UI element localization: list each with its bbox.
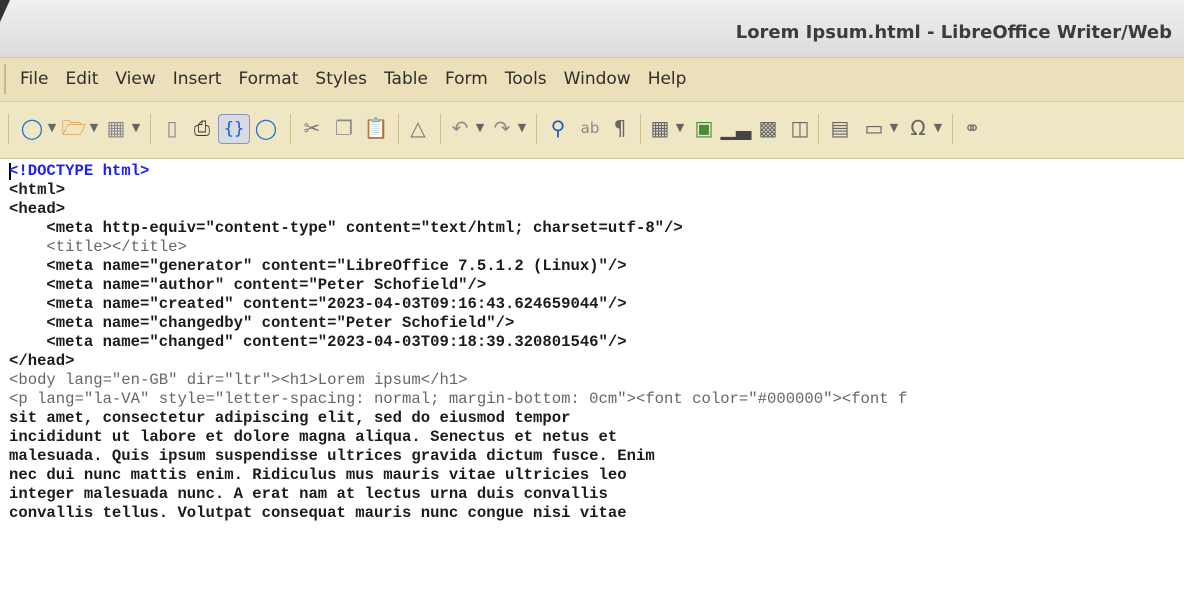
- html-source-icon[interactable]: {}: [218, 114, 250, 144]
- standard-toolbar: ◯ ▼ 🗁 ▼ ▦ ▼ ▯ ⎙ {} ◯ ✂ ❐ 📋 △ ↶ ▼ ↷ ▼ ⚲ a…: [0, 102, 1184, 159]
- menu-window[interactable]: Window: [564, 69, 631, 89]
- chart-icon[interactable]: ▁▃: [721, 114, 752, 142]
- menu-list: File Edit View Insert Format Styles Tabl…: [20, 69, 703, 89]
- spelling-icon[interactable]: ab: [576, 114, 604, 142]
- menu-styles[interactable]: Styles: [315, 69, 367, 89]
- source-line: <head>: [9, 200, 66, 218]
- source-line: nec dui nunc mattis enim. Ridiculus mus …: [9, 466, 627, 484]
- toolbar-separator: [640, 114, 641, 144]
- menu-help[interactable]: Help: [648, 69, 687, 89]
- chevron-down-icon[interactable]: ▼: [46, 114, 58, 142]
- web-view-icon[interactable]: ◯: [252, 114, 280, 142]
- table-icon[interactable]: ▦: [646, 114, 674, 142]
- menu-insert[interactable]: Insert: [173, 69, 222, 89]
- undo-icon[interactable]: ↶: [446, 114, 474, 142]
- image-icon[interactable]: ▣: [690, 114, 718, 142]
- copy-icon[interactable]: ❐: [330, 114, 358, 142]
- menu-bar: File Edit View Insert Format Styles Tabl…: [0, 58, 1184, 102]
- source-line: malesuada. Quis ipsum suspendisse ultric…: [9, 447, 655, 465]
- globe-icon[interactable]: ◯: [18, 114, 46, 142]
- chevron-down-icon[interactable]: ▼: [516, 114, 528, 142]
- chevron-down-icon[interactable]: ▼: [88, 114, 100, 142]
- field-icon[interactable]: ◫: [786, 114, 814, 142]
- source-line: <meta name="created" content="2023-04-03…: [9, 295, 627, 313]
- chevron-down-icon[interactable]: ▼: [932, 114, 944, 142]
- source-line: <meta name="generator" content="LibreOff…: [9, 257, 627, 275]
- special-character-icon[interactable]: ▭: [860, 114, 888, 142]
- source-line: <title></title>: [9, 238, 187, 256]
- window-corner: [0, 0, 10, 22]
- html-source-editor[interactable]: <!DOCTYPE html> <html> <head> <meta http…: [0, 159, 1184, 593]
- menubar-grip: [4, 64, 6, 94]
- find-replace-icon[interactable]: ⚲: [544, 114, 572, 142]
- clone-format-icon[interactable]: △: [404, 114, 432, 142]
- menu-format[interactable]: Format: [238, 69, 298, 89]
- toolbar-grip: [8, 114, 9, 144]
- source-line: <meta name="changed" content="2023-04-03…: [9, 333, 627, 351]
- source-line: </head>: [9, 352, 75, 370]
- toolbar-separator: [952, 114, 953, 144]
- redo-icon[interactable]: ↷: [488, 114, 516, 142]
- paste-icon[interactable]: 📋: [362, 114, 390, 142]
- source-line: <meta name="changedby" content="Peter Sc…: [9, 314, 515, 332]
- source-line: incididunt ut labore et dolore magna ali…: [9, 428, 618, 446]
- folder-open-icon[interactable]: 🗁: [60, 114, 88, 142]
- toolbar-separator: [290, 114, 291, 144]
- menu-view[interactable]: View: [115, 69, 155, 89]
- source-line: <meta name="author" content="Peter Schof…: [9, 276, 487, 294]
- title-bar: Lorem Ipsum.html - LibreOffice Writer/We…: [0, 0, 1184, 58]
- toolbar-separator: [818, 114, 819, 144]
- chevron-down-icon[interactable]: ▼: [130, 114, 142, 142]
- toolbar-separator: [150, 114, 151, 144]
- menu-table[interactable]: Table: [384, 69, 428, 89]
- chevron-down-icon[interactable]: ▼: [474, 114, 486, 142]
- source-line: integer malesuada nunc. A erat nam at le…: [9, 485, 608, 503]
- omega-icon[interactable]: Ω: [904, 114, 932, 142]
- textbox-icon[interactable]: ▩: [754, 114, 782, 142]
- export-pdf-icon[interactable]: ▯: [158, 114, 186, 142]
- toolbar-separator: [536, 114, 537, 144]
- menu-edit[interactable]: Edit: [65, 69, 98, 89]
- page-break-icon[interactable]: ▤: [826, 114, 854, 142]
- source-line: convallis tellus. Volutpat consequat mau…: [9, 504, 627, 522]
- window-title: Lorem Ipsum.html - LibreOffice Writer/We…: [735, 22, 1172, 43]
- source-line: <body lang="en-GB" dir="ltr"><h1>Lorem i…: [9, 371, 468, 389]
- source-line: sit amet, consectetur adipiscing elit, s…: [9, 409, 571, 427]
- menu-tools[interactable]: Tools: [505, 69, 547, 89]
- chevron-down-icon[interactable]: ▼: [888, 114, 900, 142]
- source-line: <meta http-equiv="content-type" content=…: [9, 219, 683, 237]
- source-line-doctype: <!DOCTYPE html>: [9, 162, 150, 180]
- print-icon[interactable]: ⎙: [188, 114, 216, 142]
- save-icon[interactable]: ▦: [102, 114, 130, 142]
- menu-file[interactable]: File: [20, 69, 48, 89]
- cut-icon[interactable]: ✂: [298, 114, 326, 142]
- formatting-marks-icon[interactable]: ¶: [606, 114, 634, 142]
- source-line: <p lang="la-VA" style="letter-spacing: n…: [9, 390, 908, 408]
- menu-form[interactable]: Form: [445, 69, 488, 89]
- source-line: <html>: [9, 181, 66, 199]
- toolbar-separator: [440, 114, 441, 144]
- toolbar-separator: [398, 114, 399, 144]
- hyperlink-icon[interactable]: ⚭: [958, 114, 986, 142]
- chevron-down-icon[interactable]: ▼: [674, 114, 686, 142]
